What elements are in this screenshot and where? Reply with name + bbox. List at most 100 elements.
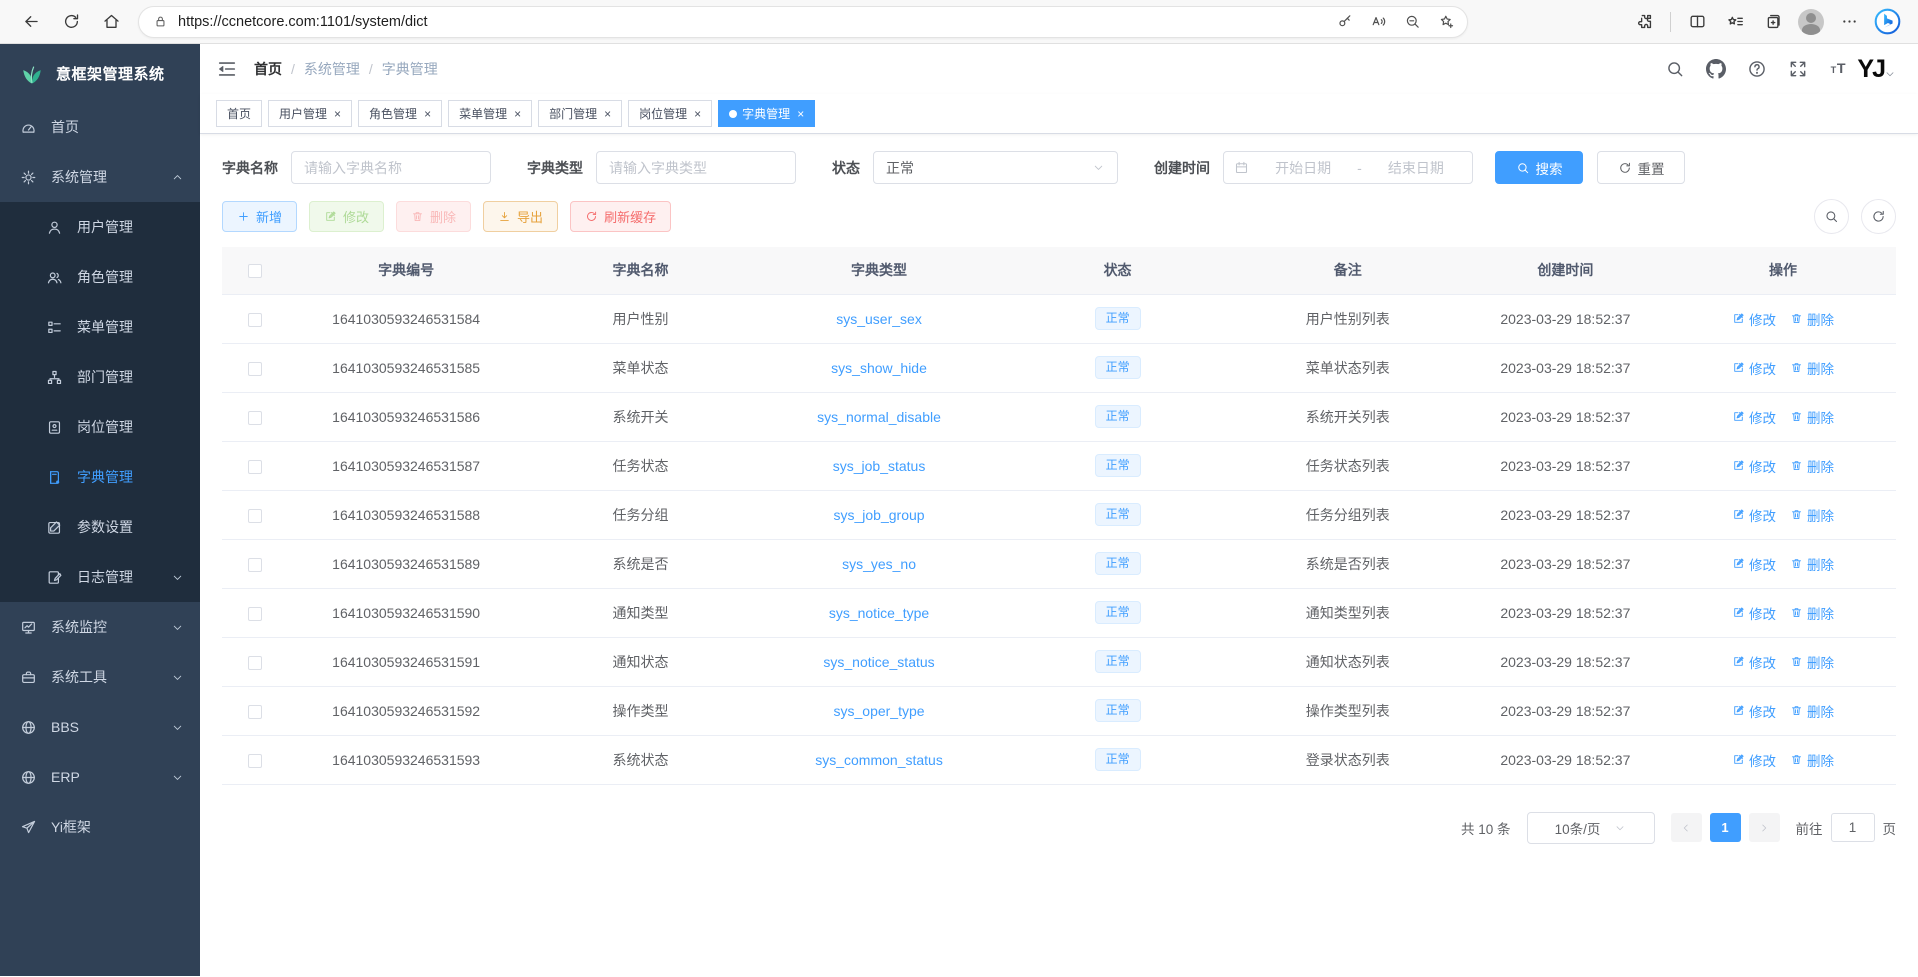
goto-page-input[interactable] xyxy=(1831,813,1875,842)
add-button[interactable]: 新增 xyxy=(222,201,297,232)
row-checkbox[interactable] xyxy=(248,754,262,768)
sidebar-logo[interactable]: 意框架管理系统 xyxy=(0,44,200,102)
sidebar-item-log-management[interactable]: 日志管理 xyxy=(0,552,200,602)
sidebar-item-user-management[interactable]: 用户管理 xyxy=(0,202,200,252)
row-delete-button[interactable]: 删除 xyxy=(1790,603,1834,623)
sidebar-item-dict-management[interactable]: 字典管理 xyxy=(0,452,200,502)
row-edit-button[interactable]: 修改 xyxy=(1732,505,1776,525)
tab-close-icon[interactable]: × xyxy=(694,108,701,120)
row-checkbox[interactable] xyxy=(248,705,262,719)
row-checkbox[interactable] xyxy=(248,362,262,376)
sidebar-item-dept-management[interactable]: 部门管理 xyxy=(0,352,200,402)
row-delete-button[interactable]: 删除 xyxy=(1790,505,1834,525)
row-edit-button[interactable]: 修改 xyxy=(1732,701,1776,721)
toggle-search-button[interactable] xyxy=(1814,199,1849,234)
github-icon[interactable] xyxy=(1706,59,1726,79)
row-edit-button[interactable]: 修改 xyxy=(1732,652,1776,672)
row-edit-button[interactable]: 修改 xyxy=(1732,554,1776,574)
row-edit-button[interactable]: 修改 xyxy=(1732,456,1776,476)
row-delete-button[interactable]: 删除 xyxy=(1790,701,1834,721)
chevron-down-icon[interactable] xyxy=(1884,68,1896,80)
row-delete-button[interactable]: 删除 xyxy=(1790,407,1834,427)
refresh-table-button[interactable] xyxy=(1861,199,1896,234)
tab-menu-management[interactable]: 菜单管理× xyxy=(448,100,532,127)
row-delete-button[interactable]: 删除 xyxy=(1790,750,1834,770)
row-checkbox[interactable] xyxy=(248,411,262,425)
page-size-select[interactable]: 10条/页 xyxy=(1527,812,1655,844)
sidebar-item-bbs[interactable]: BBS xyxy=(0,702,200,752)
tab-close-icon[interactable]: × xyxy=(424,108,431,120)
row-delete-button[interactable]: 删除 xyxy=(1790,652,1834,672)
split-screen-button[interactable] xyxy=(1680,5,1714,39)
refresh-button[interactable] xyxy=(54,5,88,39)
url-text[interactable]: https://ccnetcore.com:1101/system/dict xyxy=(178,14,1329,30)
read-aloud-button[interactable] xyxy=(1363,8,1393,36)
profile-avatar[interactable] xyxy=(1794,5,1828,39)
tab-dict-management[interactable]: 字典管理× xyxy=(718,100,815,127)
page-number-button[interactable]: 1 xyxy=(1710,813,1741,842)
sidebar-item-role-management[interactable]: 角色管理 xyxy=(0,252,200,302)
collections-button[interactable] xyxy=(1756,5,1790,39)
status-select[interactable]: 正常 xyxy=(873,151,1118,184)
select-all-checkbox[interactable] xyxy=(248,264,262,278)
address-bar[interactable]: https://ccnetcore.com:1101/system/dict xyxy=(138,6,1468,38)
row-checkbox[interactable] xyxy=(248,656,262,670)
sidebar-item-yi-framework[interactable]: Yi框架 xyxy=(0,802,200,852)
dict-type-link[interactable]: sys_job_status xyxy=(833,458,926,474)
row-edit-button[interactable]: 修改 xyxy=(1732,407,1776,427)
date-range-picker[interactable]: 开始日期 - 结束日期 xyxy=(1223,151,1473,184)
home-button[interactable] xyxy=(94,5,128,39)
row-delete-button[interactable]: 删除 xyxy=(1790,309,1834,329)
export-button[interactable]: 导出 xyxy=(483,201,558,232)
sidebar-item-param-settings[interactable]: 参数设置 xyxy=(0,502,200,552)
row-edit-button[interactable]: 修改 xyxy=(1732,309,1776,329)
delete-button[interactable]: 删除 xyxy=(396,201,471,232)
help-icon[interactable] xyxy=(1747,59,1767,79)
row-checkbox[interactable] xyxy=(248,460,262,474)
sidebar-item-menu-management[interactable]: 菜单管理 xyxy=(0,302,200,352)
search-button[interactable]: 搜索 xyxy=(1495,151,1583,184)
favorite-add-button[interactable] xyxy=(1431,8,1461,36)
dict-type-link[interactable]: sys_common_status xyxy=(815,752,943,768)
next-page-button[interactable] xyxy=(1749,813,1780,842)
more-button[interactable] xyxy=(1832,5,1866,39)
sidebar-item-home[interactable]: 首页 xyxy=(0,102,200,152)
tab-post-management[interactable]: 岗位管理× xyxy=(628,100,712,127)
bing-button[interactable] xyxy=(1870,5,1904,39)
key-button[interactable] xyxy=(1329,8,1359,36)
row-checkbox[interactable] xyxy=(248,313,262,327)
font-size-icon[interactable]: TT xyxy=(1829,59,1849,79)
zoom-out-button[interactable] xyxy=(1397,8,1427,36)
edit-button[interactable]: 修改 xyxy=(309,201,384,232)
tab-home[interactable]: 首页 xyxy=(216,100,262,127)
sidebar-item-system-monitor[interactable]: 系统监控 xyxy=(0,602,200,652)
prev-page-button[interactable] xyxy=(1671,813,1702,842)
favorites-bar-button[interactable] xyxy=(1718,5,1752,39)
tab-dept-management[interactable]: 部门管理× xyxy=(538,100,622,127)
dict-type-link[interactable]: sys_job_group xyxy=(834,507,925,523)
extensions-button[interactable] xyxy=(1627,5,1661,39)
header-search-icon[interactable] xyxy=(1665,59,1685,79)
tab-close-icon[interactable]: × xyxy=(334,108,341,120)
sidebar-item-erp[interactable]: ERP xyxy=(0,752,200,802)
row-delete-button[interactable]: 删除 xyxy=(1790,554,1834,574)
tab-close-icon[interactable]: × xyxy=(604,108,611,120)
row-edit-button[interactable]: 修改 xyxy=(1732,750,1776,770)
sidebar-item-post-management[interactable]: 岗位管理 xyxy=(0,402,200,452)
dict-type-link[interactable]: sys_user_sex xyxy=(836,311,922,327)
tab-close-icon[interactable]: × xyxy=(797,108,804,120)
tab-close-icon[interactable]: × xyxy=(514,108,521,120)
tab-role-management[interactable]: 角色管理× xyxy=(358,100,442,127)
row-checkbox[interactable] xyxy=(248,607,262,621)
dict-type-link[interactable]: sys_notice_type xyxy=(829,605,929,621)
tab-user-management[interactable]: 用户管理× xyxy=(268,100,352,127)
dict-type-link[interactable]: sys_yes_no xyxy=(842,556,916,572)
dict-type-link[interactable]: sys_oper_type xyxy=(834,703,925,719)
refresh-cache-button[interactable]: 刷新缓存 xyxy=(570,201,671,232)
row-delete-button[interactable]: 删除 xyxy=(1790,358,1834,378)
back-button[interactable] xyxy=(14,5,48,39)
reset-button[interactable]: 重置 xyxy=(1597,151,1685,184)
fullscreen-icon[interactable] xyxy=(1788,59,1808,79)
user-logo[interactable]: YJ xyxy=(1857,57,1884,82)
sidebar-item-system-management[interactable]: 系统管理 xyxy=(0,152,200,202)
